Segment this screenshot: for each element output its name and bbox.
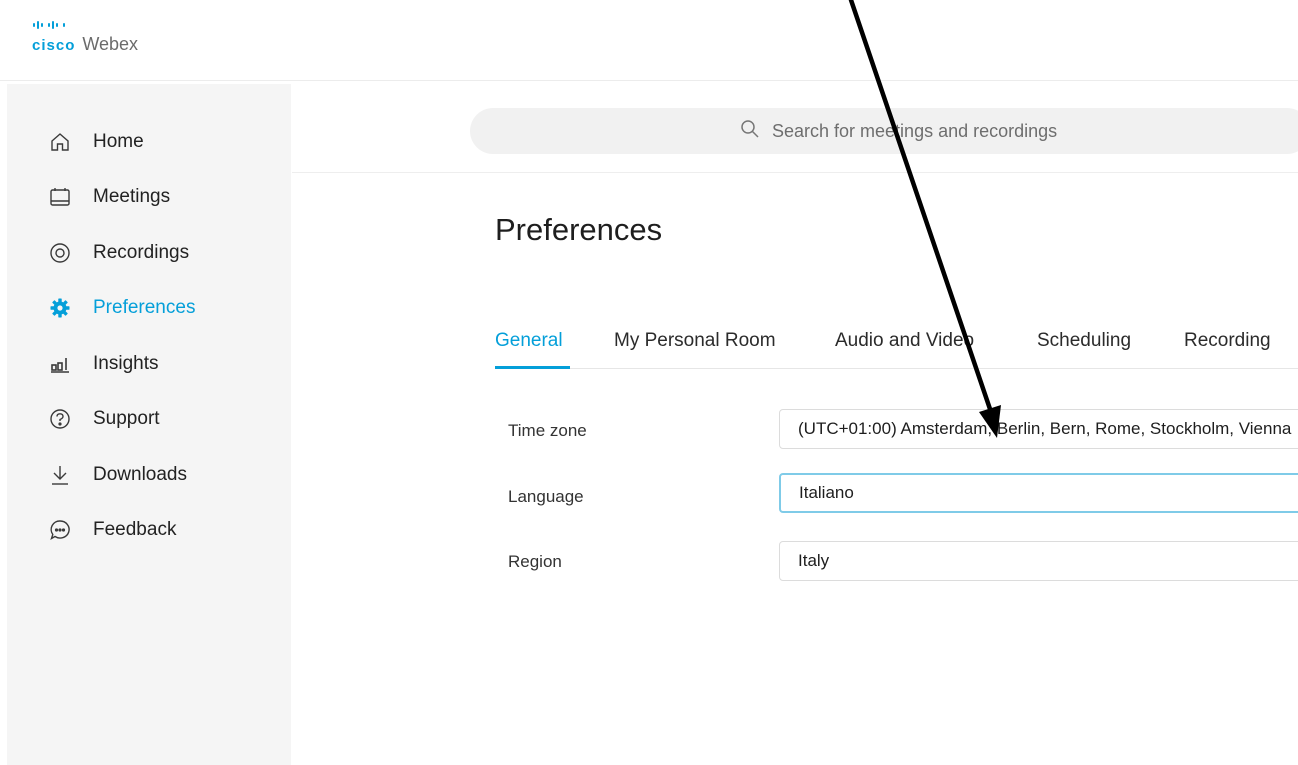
- tab-general[interactable]: General: [495, 330, 563, 352]
- cisco-webex-logo: cisco Webex: [32, 18, 138, 55]
- sidebar-item-label: Preferences: [93, 297, 196, 318]
- tab-recording[interactable]: Recording: [1184, 330, 1271, 352]
- region-select[interactable]: Italy: [779, 541, 1298, 581]
- tab-my-personal-room[interactable]: My Personal Room: [614, 330, 776, 352]
- calendar-icon: [47, 184, 73, 210]
- sidebar-item-label: Home: [93, 131, 144, 152]
- sidebar-item-label: Support: [93, 408, 160, 429]
- sidebar-item-recordings[interactable]: Recordings: [47, 239, 189, 267]
- recording-icon: [47, 240, 73, 266]
- sidebar-item-label: Feedback: [93, 519, 177, 540]
- webex-app-window: cisco Webex Home Meetings Recordings Pre…: [0, 0, 1298, 765]
- sidebar: Home Meetings Recordings Preferences Ins…: [7, 84, 291, 765]
- sidebar-item-insights[interactable]: Insights: [47, 350, 158, 378]
- sidebar-item-label: Insights: [93, 353, 159, 374]
- page-title: Preferences: [495, 212, 663, 247]
- tab-scheduling[interactable]: Scheduling: [1037, 330, 1131, 352]
- feedback-icon: [47, 517, 73, 543]
- sidebar-item-support[interactable]: Support: [47, 405, 160, 433]
- insights-icon: [47, 351, 73, 377]
- home-icon: [47, 129, 73, 155]
- brand-text: cisco: [32, 37, 76, 54]
- active-tab-underline: [495, 366, 570, 369]
- preferences-tabs: General My Personal Room Audio and Video…: [495, 326, 1298, 369]
- help-icon: [47, 406, 73, 432]
- region-label: Region: [508, 552, 562, 571]
- sidebar-item-home[interactable]: Home: [47, 128, 144, 156]
- sidebar-item-meetings[interactable]: Meetings: [47, 183, 170, 211]
- gear-icon: [47, 295, 73, 321]
- sidebar-item-downloads[interactable]: Downloads: [47, 461, 187, 489]
- product-text: Webex: [82, 34, 139, 54]
- sidebar-item-label: Recordings: [93, 242, 190, 263]
- sidebar-item-feedback[interactable]: Feedback: [47, 516, 176, 544]
- app-header: cisco Webex: [0, 0, 1298, 81]
- search-input[interactable]: [770, 119, 1194, 143]
- time-zone-select[interactable]: (UTC+01:00) Amsterdam, Berlin, Bern, Rom…: [779, 409, 1298, 449]
- cisco-bars-icon: [33, 18, 138, 32]
- search-icon: [740, 119, 760, 144]
- tab-audio-and-video[interactable]: Audio and Video: [835, 330, 974, 352]
- time-zone-label: Time zone: [508, 421, 587, 440]
- sidebar-item-label: Downloads: [93, 464, 187, 485]
- download-icon: [47, 462, 73, 488]
- search-bar[interactable]: [470, 108, 1298, 154]
- language-label: Language: [508, 487, 584, 506]
- sidebar-item-label: Meetings: [93, 186, 171, 207]
- language-select[interactable]: Italiano: [779, 473, 1298, 513]
- sidebar-item-preferences[interactable]: Preferences: [47, 294, 195, 322]
